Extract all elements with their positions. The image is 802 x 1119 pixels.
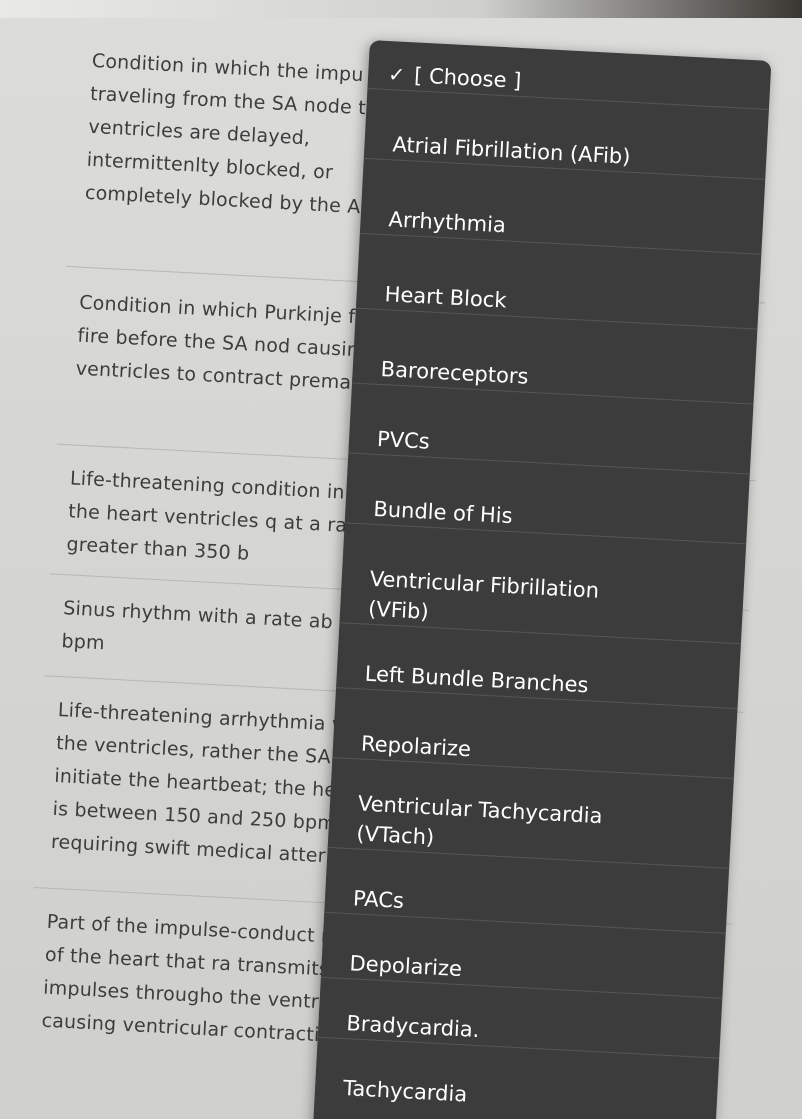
option-bundle-of-his[interactable]: Bundle of His [344,492,748,545]
option-left-bundle-branches[interactable]: Left Bundle Branches [336,657,740,710]
option-pacs[interactable]: PACs [324,881,728,934]
option-depolarize[interactable]: Depolarize [320,946,724,999]
option-afib[interactable]: Atrial Fibrillation (AFib) [363,127,767,180]
option-repolarize[interactable]: Repolarize [332,727,736,780]
quiz-page: Condition in which the impu traveling fr… [0,0,802,1119]
option-tachycardia[interactable]: Tachycardia [314,1072,717,1119]
answer-dropdown-menu[interactable]: ✓[ Choose ] Atrial Fibrillation (AFib) A… [312,40,772,1119]
option-choose[interactable]: ✓[ Choose ] [367,57,771,110]
option-pvcs[interactable]: PVCs [348,422,752,475]
option-vfib[interactable]: Ventricular Fibrillation (VFib) [339,562,745,645]
option-baroreceptors[interactable]: Baroreceptors [351,352,756,405]
option-vtach[interactable]: Ventricular Tachycardia (VTach) [327,786,733,869]
option-heart-block[interactable]: Heart Block [355,277,759,330]
checkmark-icon: ✓ [387,62,406,87]
option-bradycardia[interactable]: Bradycardia. [317,1006,721,1059]
option-arrhythmia[interactable]: Arrhythmia [359,202,763,255]
